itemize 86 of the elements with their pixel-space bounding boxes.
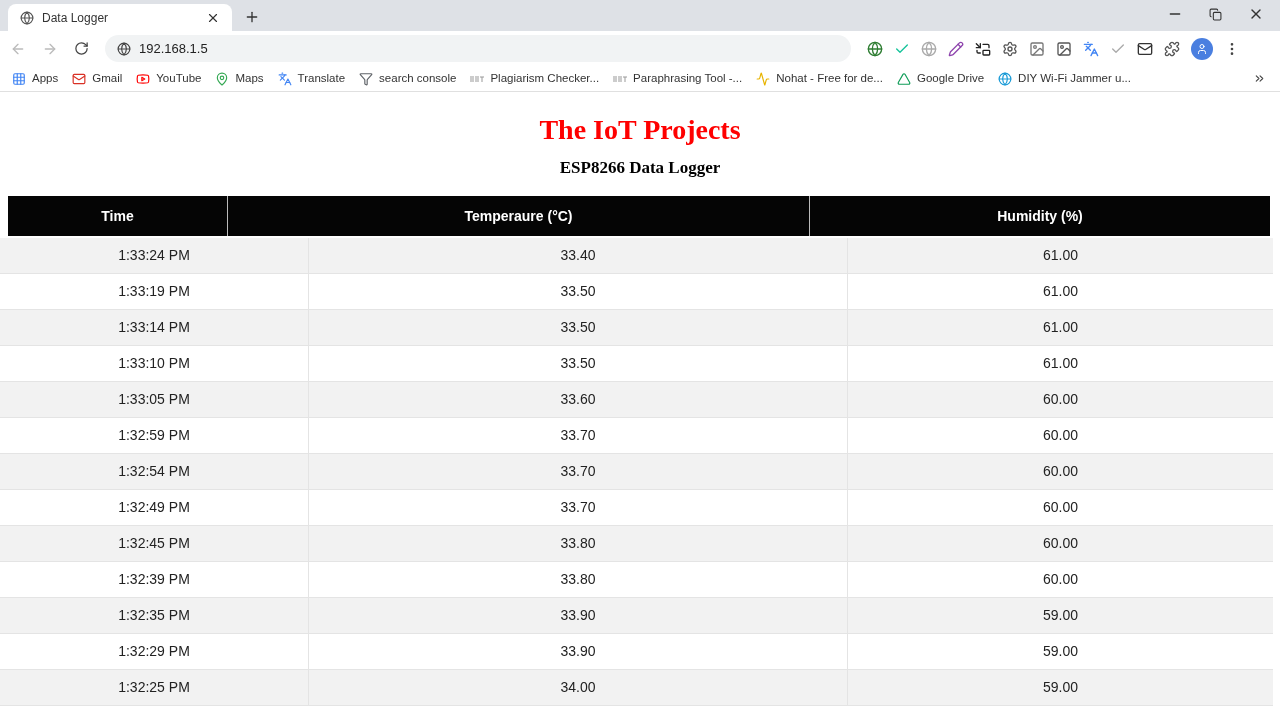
bookmark-link[interactable]: Plagiarism Checker... <box>470 69 600 88</box>
globe-icon[interactable] <box>867 40 883 57</box>
image-icon[interactable] <box>1056 40 1072 57</box>
table-cell: 33.80 <box>308 562 847 597</box>
pencil-icon[interactable] <box>948 40 964 57</box>
page-subtitle: ESP8266 Data Logger <box>559 158 721 178</box>
globe-icon <box>998 71 1013 86</box>
extensions-icon[interactable] <box>1164 40 1180 57</box>
table-cell: 59.00 <box>847 634 1273 669</box>
table-cell: 33.50 <box>308 310 847 345</box>
pulse-icon <box>756 71 771 86</box>
table-cell: 61.00 <box>847 238 1273 273</box>
mail-icon <box>72 71 87 86</box>
table-cell: 33.80 <box>308 526 847 561</box>
table-cell-text: 1:32:54 PM <box>117 462 191 481</box>
play-icon <box>136 71 151 86</box>
table-cell: 59.00 <box>847 670 1273 705</box>
table-cell: 61.00 <box>847 346 1273 381</box>
table-cell-text: 1:33:19 PM <box>117 282 191 301</box>
tab-title: Data Logger <box>42 9 110 27</box>
table-cell-text: 1:32:29 PM <box>117 642 191 661</box>
table-cell: 59.00 <box>847 598 1273 633</box>
column-header: Time <box>100 206 135 226</box>
translate-icon[interactable] <box>1083 40 1099 57</box>
table-cell: 60.00 <box>847 562 1273 597</box>
table-cell-text: 1:32:25 PM <box>117 678 191 697</box>
translate-icon <box>277 71 292 86</box>
table-cell: 33.70 <box>308 490 847 525</box>
address-text: 192.168.1.5 <box>139 39 208 58</box>
table-cell-text: 1:32:59 PM <box>117 426 191 445</box>
more-bookmarks-icon[interactable] <box>1253 72 1266 85</box>
mail-icon[interactable] <box>1137 40 1153 57</box>
restore-icon[interactable] <box>1209 7 1222 21</box>
bookmark-link[interactable]: search console <box>359 69 457 88</box>
bookmark-link[interactable]: DIY Wi-Fi Jammer u... <box>998 69 1131 88</box>
table-cell-text: 1:32:45 PM <box>117 534 191 553</box>
bookmark-link[interactable]: Nohat - Free for de... <box>756 69 883 88</box>
table-cell: 33.90 <box>308 598 847 633</box>
table-cell: 33.50 <box>308 274 847 309</box>
funnel-icon <box>359 71 374 86</box>
table-cell: 34.00 <box>308 670 847 705</box>
table-cell: 61.00 <box>847 274 1273 309</box>
favicon-icon <box>613 75 628 82</box>
table-cell-text: 1:32:49 PM <box>117 498 191 517</box>
image-icon[interactable] <box>1029 40 1045 57</box>
bookmark-link[interactable]: Translate <box>277 69 346 88</box>
grid-icon <box>12 71 26 86</box>
bookmark-link[interactable]: Paraphrasing Tool -... <box>613 69 743 88</box>
table-cell-text: 1:33:24 PM <box>117 246 191 265</box>
table-cell: 60.00 <box>847 382 1273 417</box>
table-cell: 33.60 <box>308 382 847 417</box>
table-cell-text: 1:33:14 PM <box>117 318 191 337</box>
browser-tab[interactable]: Data Logger <box>8 4 232 31</box>
table-cell: 33.40 <box>308 238 847 273</box>
favicon-icon <box>470 75 485 82</box>
bookmark-link[interactable]: Apps <box>12 69 59 88</box>
table-cell: 61.00 <box>847 310 1273 345</box>
address-bar[interactable]: 192.168.1.5 <box>105 35 851 62</box>
table-cell: 33.70 <box>308 454 847 489</box>
table-cell-text: 1:33:10 PM <box>117 354 191 373</box>
pin-icon <box>215 71 230 86</box>
table-cell: 33.70 <box>308 418 847 453</box>
table-cell: 60.00 <box>847 490 1273 525</box>
bookmark-link[interactable]: YouTube <box>136 69 202 88</box>
column-header: Temperaure (°C) <box>227 196 809 236</box>
new-tab-icon[interactable] <box>244 9 260 25</box>
reload-icon[interactable] <box>74 41 89 56</box>
page-title: The IoT Projects <box>539 113 741 147</box>
table-cell: 33.50 <box>308 346 847 381</box>
triangle-icon <box>896 71 911 86</box>
table-cell: 60.00 <box>847 418 1273 453</box>
profile-avatar[interactable] <box>1191 37 1213 60</box>
bookmark-link[interactable]: Gmail <box>72 69 123 88</box>
table-cell: 60.00 <box>847 526 1273 561</box>
table-cell: 60.00 <box>847 454 1273 489</box>
column-header: Humidity (%) <box>809 196 1270 236</box>
table-cell-text: 1:32:35 PM <box>117 606 191 625</box>
table-cell-text: 1:33:05 PM <box>117 390 191 409</box>
globe-icon <box>20 10 34 25</box>
gear-icon[interactable] <box>1002 40 1018 57</box>
globe-icon <box>117 41 131 56</box>
table-cell-text: 1:32:39 PM <box>117 570 191 589</box>
picture-in-picture-icon[interactable] <box>975 40 991 57</box>
bookmark-link[interactable]: Google Drive <box>896 69 985 88</box>
table-cell: 33.90 <box>308 634 847 669</box>
bookmark-link[interactable]: Maps <box>215 69 264 88</box>
